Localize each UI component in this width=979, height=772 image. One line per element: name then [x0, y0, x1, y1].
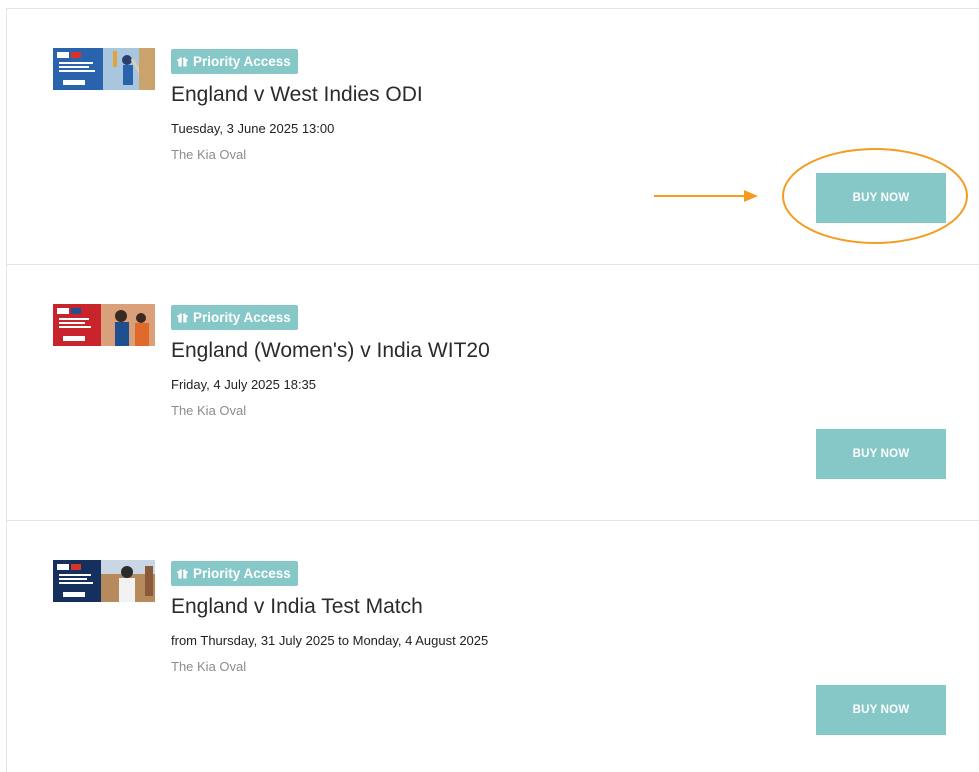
event-thumbnail[interactable]	[53, 48, 155, 90]
event-date: Tuesday, 3 June 2025 13:00	[171, 121, 335, 136]
event-title[interactable]: England v India Test Match	[171, 595, 423, 619]
event-list-page: Priority Access England v West Indies OD…	[0, 0, 979, 772]
buy-now-button[interactable]: BUY NOW	[816, 685, 946, 735]
priority-access-badge: Priority Access	[171, 305, 298, 330]
event-title[interactable]: England v West Indies ODI	[171, 83, 423, 107]
gift-icon	[177, 569, 188, 579]
gift-icon	[177, 313, 188, 323]
event-date: from Thursday, 31 July 2025 to Monday, 4…	[171, 633, 489, 648]
badge-label: Priority Access	[193, 54, 291, 69]
buy-now-button[interactable]: BUY NOW	[816, 173, 946, 223]
event-venue: The Kia Oval	[171, 403, 247, 418]
badge-label: Priority Access	[193, 566, 291, 581]
priority-access-badge: Priority Access	[171, 561, 298, 586]
event-title[interactable]: England (Women's) v India WIT20	[171, 339, 490, 363]
gift-icon	[177, 57, 188, 67]
event-date: Friday, 4 July 2025 18:35	[171, 377, 317, 392]
buy-now-button[interactable]: BUY NOW	[816, 429, 946, 479]
priority-access-badge: Priority Access	[171, 49, 298, 74]
event-thumbnail[interactable]	[53, 304, 155, 346]
event-thumbnail[interactable]	[53, 560, 155, 602]
event-card: Priority Access England v India Test Mat…	[7, 521, 979, 772]
event-card: Priority Access England (Women's) v Indi…	[7, 265, 979, 521]
event-venue: The Kia Oval	[171, 147, 247, 162]
badge-label: Priority Access	[193, 310, 291, 325]
event-list: Priority Access England v West Indies OD…	[6, 8, 979, 772]
event-card: Priority Access England v West Indies OD…	[7, 9, 979, 265]
event-venue: The Kia Oval	[171, 659, 247, 674]
